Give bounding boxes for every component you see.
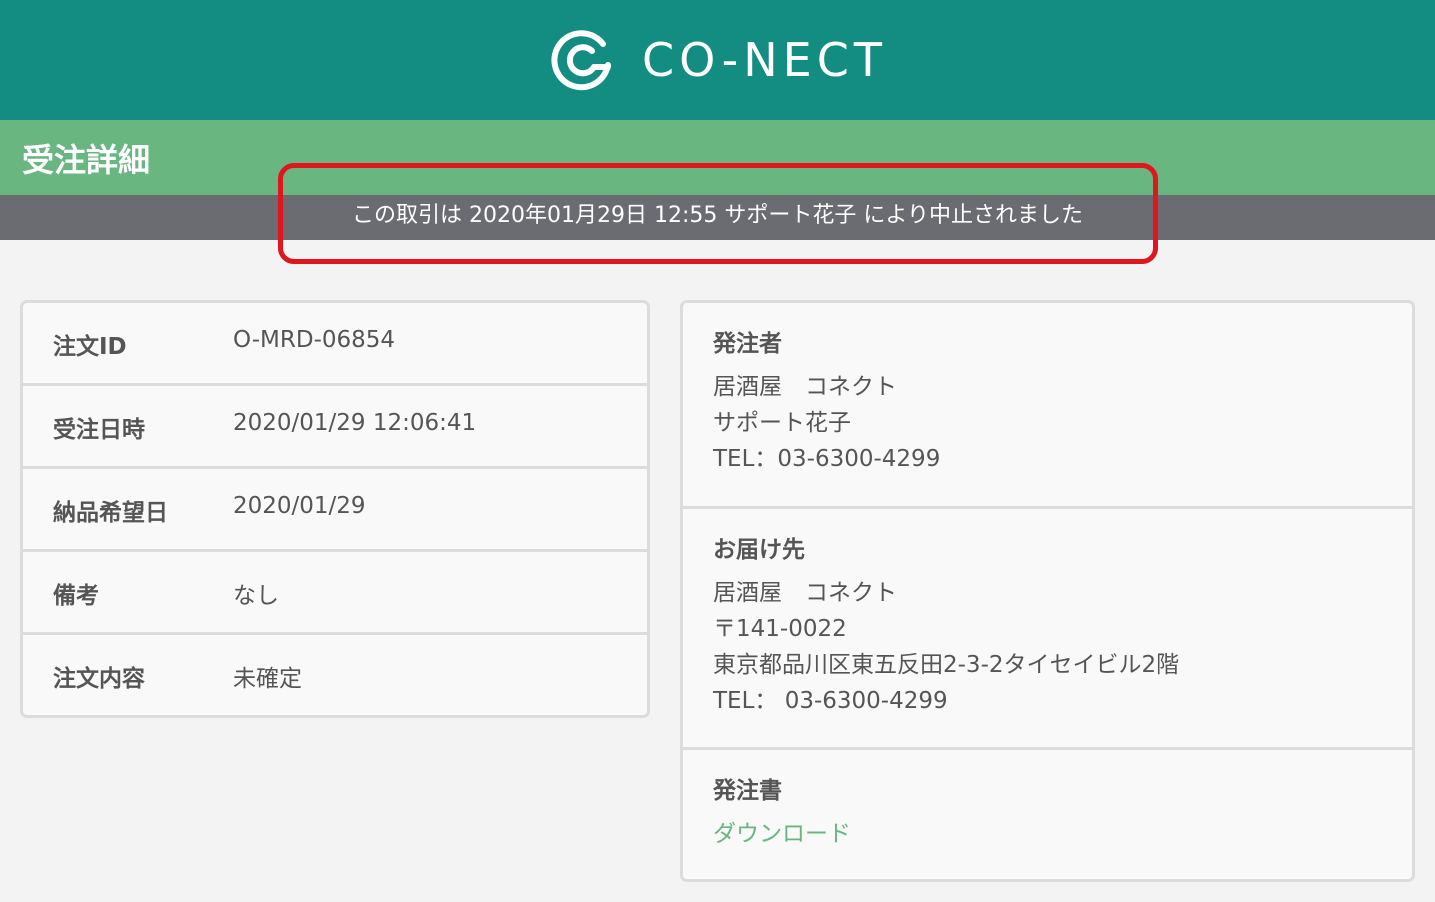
delivery-date-row: 納品希望日 2020/01/29 (23, 469, 647, 552)
order-id-label: 注文ID (53, 334, 127, 360)
highlight-annotation-box (278, 163, 1158, 264)
delivery-tel: TEL： 03-6300-4299 (713, 688, 948, 714)
delivery-date-value: 2020/01/29 (233, 493, 366, 519)
order-id-row: 注文ID O-MRD-06854 (23, 303, 647, 386)
remarks-value: なし (233, 583, 279, 609)
order-content-value: 未確定 (233, 666, 302, 692)
brand-logo[interactable]: CO-NECT (548, 27, 887, 93)
page-title: 受注詳細 (22, 141, 151, 179)
orderer-name: 居酒屋 コネクト (713, 374, 897, 400)
order-content-label: 注文内容 (53, 666, 145, 692)
remarks-label: 備考 (53, 583, 99, 609)
delivery-title: お届け先 (713, 537, 805, 563)
brand-name: CO-NECT (642, 33, 887, 87)
delivery-section: お届け先 居酒屋 コネクト 〒141-0022 東京都品川区東五反田2-3-2タ… (683, 509, 1412, 750)
delivery-name: 居酒屋 コネクト (713, 580, 897, 606)
remarks-row: 備考 なし (23, 552, 647, 635)
order-content-row: 注文内容 未確定 (23, 635, 647, 718)
delivery-address: 東京都品川区東五反田2-3-2タイセイビル2階 (713, 652, 1180, 678)
top-header: CO-NECT (0, 0, 1435, 120)
orderer-person: サポート花子 (713, 410, 851, 436)
orderer-section: 発注者 居酒屋 コネクト サポート花子 TEL：03-6300-4299 (683, 303, 1412, 509)
received-at-row: 受注日時 2020/01/29 12:06:41 (23, 386, 647, 469)
orderer-tel: TEL：03-6300-4299 (713, 446, 941, 472)
delivery-date-label: 納品希望日 (53, 500, 168, 526)
order-info-card: 注文ID O-MRD-06854 受注日時 2020/01/29 12:06:4… (20, 300, 650, 718)
purchase-order-section: 発注書 ダウンロード (683, 750, 1412, 879)
party-info-card: 発注者 居酒屋 コネクト サポート花子 TEL：03-6300-4299 お届け… (680, 300, 1415, 882)
delivery-postal-code: 〒141-0022 (713, 616, 847, 642)
received-at-label: 受注日時 (53, 417, 145, 443)
order-id-value: O-MRD-06854 (233, 327, 396, 353)
orderer-title: 発注者 (713, 331, 782, 357)
purchase-order-title: 発注書 (713, 778, 782, 804)
conect-logo-icon (551, 30, 612, 91)
received-at-value: 2020/01/29 12:06:41 (233, 410, 477, 436)
download-link[interactable]: ダウンロード (713, 821, 851, 847)
